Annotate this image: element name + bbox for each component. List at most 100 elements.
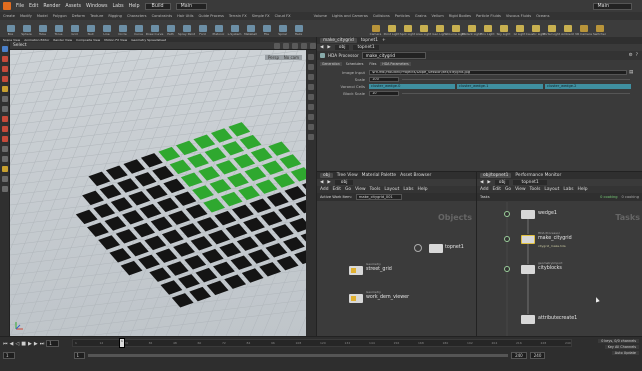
add-tab-icon[interactable]: + <box>382 38 386 43</box>
shelf-tool-area-light[interactable]: Area Light <box>416 25 431 36</box>
rotate-tool-icon[interactable] <box>2 66 8 72</box>
shelf-tab[interactable]: Rigid Bodies <box>449 14 471 18</box>
sculpt-tool-icon[interactable] <box>2 146 8 152</box>
voronoi-cells-field-3[interactable]: cluster_wedge.2 <box>545 84 631 89</box>
render-region-icon[interactable] <box>2 116 8 122</box>
active-work-item-field[interactable]: make_citygrid_001 <box>355 194 402 200</box>
shelf-tool-gi-light[interactable]: GI Light <box>513 25 526 36</box>
tab-hda-parameters[interactable]: HDA Parameters <box>380 62 411 66</box>
desktop-dropdown[interactable]: Main <box>175 2 208 10</box>
shelf-tab[interactable]: Particles <box>395 14 410 18</box>
menu-edit[interactable]: Edit <box>29 4 38 9</box>
current-frame-field[interactable]: 1 <box>46 340 59 347</box>
tab-scene-view[interactable]: Scene View <box>3 38 20 42</box>
menu-labs[interactable]: Labs <box>403 187 413 192</box>
image-input-field[interactable]: $HOME/Houdini/Projects/Dope_Session/tex/… <box>369 70 627 75</box>
uv-icon[interactable] <box>308 124 314 130</box>
shelf-tool-caustic-light[interactable]: Caustic Light <box>526 25 545 36</box>
tab-tree-view[interactable]: Tree View <box>337 173 358 178</box>
shelf-tool-platonic[interactable]: Platonic <box>212 25 225 36</box>
shelf-tool-metaball[interactable]: Metaball <box>244 25 257 36</box>
scale-slider[interactable] <box>402 79 630 80</box>
shelf-tab[interactable]: Modify <box>20 14 32 18</box>
shelf-tab[interactable]: Particle Fluids <box>476 14 501 18</box>
shelf-tool-camera[interactable]: Camera <box>369 25 382 36</box>
menu-layout[interactable]: Layout <box>384 187 399 192</box>
shelf-tab[interactable]: Rigging <box>108 14 122 18</box>
shelf-tool-volume-light[interactable]: Volume Light <box>446 25 465 36</box>
tab-asset-browser[interactable]: Asset Browser <box>400 173 431 178</box>
menu-assets[interactable]: Assets <box>65 4 81 9</box>
display-option-icon[interactable] <box>274 42 280 49</box>
shelf-tab[interactable]: Characters <box>127 14 147 18</box>
shelf-tab[interactable]: Hair Utils <box>177 14 193 18</box>
shelf-tool-lsystem[interactable]: L-System <box>228 25 241 36</box>
forward-icon[interactable]: ▶ <box>327 45 330 50</box>
build-dropdown[interactable]: Build <box>144 2 171 10</box>
shelf-tool-sky-light[interactable]: Sky Light <box>497 25 510 36</box>
shelf-tab[interactable]: Cloud FX <box>275 14 291 18</box>
menu-help[interactable]: Help <box>418 187 428 192</box>
range-end-field[interactable]: 240 <box>511 352 527 359</box>
pose-tool-icon[interactable] <box>2 96 8 102</box>
menu-go[interactable]: Go <box>345 187 351 192</box>
node-name-field[interactable]: make_citygrid <box>361 52 427 59</box>
shelf-tool-portal-light[interactable]: Portal Light <box>543 25 560 36</box>
shelf-tool-font[interactable]: Font <box>196 25 209 36</box>
shelf-tab[interactable]: Model <box>37 14 48 18</box>
auto-update-dropdown[interactable]: Auto Update <box>611 351 639 355</box>
selection-mode-icon[interactable] <box>292 42 298 49</box>
menu-windows[interactable]: Windows <box>86 4 107 9</box>
menu-edit[interactable]: Edit <box>333 187 342 192</box>
play-icon[interactable]: ▶ <box>28 341 32 347</box>
measure-tool-icon[interactable] <box>2 176 8 182</box>
node-wedge1[interactable] <box>521 210 535 219</box>
file-browse-icon[interactable]: ▤ <box>629 70 633 75</box>
shelf-tool-line[interactable]: Line <box>100 25 113 36</box>
shelf-tool-curve[interactable]: Curve <box>132 25 145 36</box>
scene-viewport[interactable]: Persp No cam <box>10 50 306 336</box>
scale-field[interactable]: 100 <box>369 77 399 82</box>
tab-render-view[interactable]: Render View <box>53 38 72 42</box>
shelf-tab[interactable]: Simple FX <box>252 14 270 18</box>
gear-icon[interactable]: ⚙ <box>629 53 633 58</box>
shelf-tab[interactable]: Viscous Fluids <box>506 14 531 18</box>
tab-motion-fx-view[interactable]: Motion FX View <box>104 38 127 42</box>
forward-icon[interactable]: ▶ <box>327 180 330 185</box>
shelf-tab[interactable]: Grains <box>415 14 427 18</box>
net-path-obj[interactable]: obj <box>334 180 354 185</box>
shelf-tab[interactable]: Volume <box>314 14 327 18</box>
view-tool-icon[interactable] <box>2 106 8 112</box>
parm-path-topnet[interactable]: topnet1 <box>353 45 379 50</box>
shelf-tool-spiral[interactable]: Spiral <box>276 25 289 36</box>
shading-icon[interactable] <box>308 74 314 80</box>
tab-obj[interactable]: obj <box>320 173 333 178</box>
shelf-tool-env-light[interactable]: Env Light <box>481 25 495 36</box>
node-topnet1[interactable] <box>429 244 443 253</box>
shelf-tool-distant-light[interactable]: Distant Light <box>462 25 481 36</box>
voronoi-cells-field-2[interactable]: cluster_wedge.1 <box>457 84 543 89</box>
shelf-tool-spray-paint[interactable]: Spray Paint <box>178 25 195 36</box>
shelf-tool-box[interactable]: Box <box>4 25 17 36</box>
display-icon[interactable] <box>308 54 314 60</box>
magnet-icon[interactable] <box>2 126 8 132</box>
go-start-icon[interactable]: ⏮ <box>3 341 8 347</box>
paint-tool-icon[interactable] <box>2 136 8 142</box>
ghost-icon[interactable] <box>308 84 314 90</box>
shelf-tool-vr-camera[interactable]: VR Camera <box>575 25 592 36</box>
shelf-tab[interactable]: Terrain FX <box>229 14 247 18</box>
menu-add[interactable]: Add <box>320 187 329 192</box>
timeline-scrubber[interactable]: 1 12 24 36 48 60 72 84 96 108 120 132 144 156 168 180 19… <box>72 338 572 348</box>
tab-composite-view[interactable]: Composite View <box>76 38 100 42</box>
shelf-tool-sphere[interactable]: Sphere <box>20 25 33 36</box>
shelf-tab[interactable]: Oceans <box>536 14 549 18</box>
back-icon[interactable]: ◀ <box>320 180 323 185</box>
persp-camera-label[interactable]: Persp <box>265 55 282 60</box>
shelf-tool-grid[interactable]: Grid <box>68 25 81 36</box>
shelf-tool-ambient[interactable]: Ambient <box>561 25 574 36</box>
menu-help[interactable]: Help <box>129 4 140 9</box>
menu-view[interactable]: View <box>355 187 365 192</box>
shelf-tool-tube[interactable]: Tube <box>36 25 49 36</box>
settings-tool-icon[interactable] <box>2 186 8 192</box>
move-tool-icon[interactable] <box>2 56 8 62</box>
